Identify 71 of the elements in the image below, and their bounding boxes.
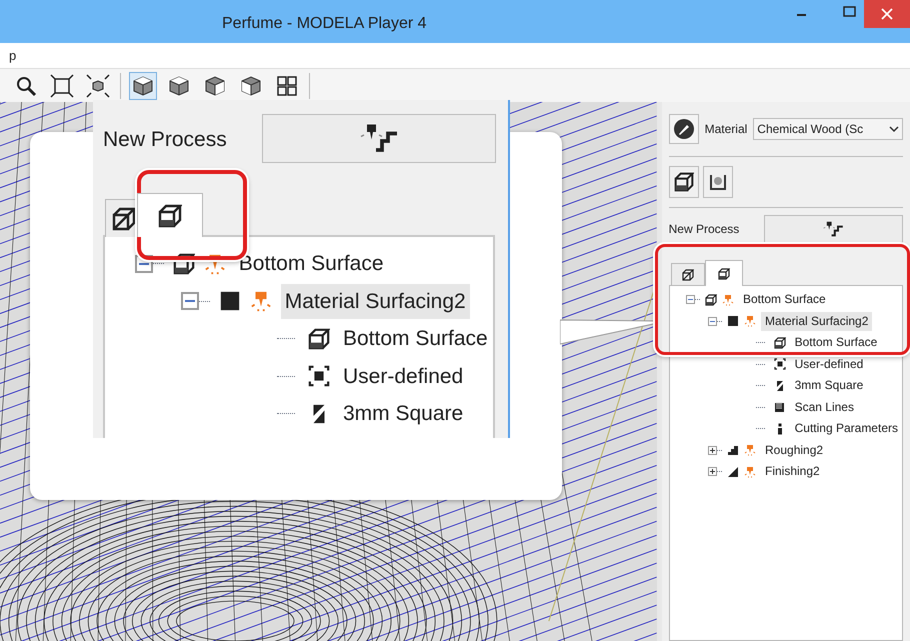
collapse-icon[interactable] [708,316,717,326]
expand-icon[interactable] [708,446,717,455]
new-process-icon [822,221,844,237]
view-cube-icon [131,74,155,98]
window-title: Perfume - MODELA Player 4 [222,14,427,34]
stock-button[interactable] [668,166,699,198]
view-cube-icon [203,74,227,98]
tree-item[interactable]: Bottom Surface [739,290,830,310]
cutter-icon [722,294,734,306]
fit-model-icon [86,74,110,98]
collapse-icon[interactable] [181,292,199,310]
base-button[interactable] [702,166,733,198]
tree-item[interactable]: User-defined [790,354,868,374]
tree-item[interactable]: Cutting Parameters [790,419,902,438]
fit-view-icon [50,74,74,98]
panel-tab[interactable] [704,260,743,286]
material-select[interactable]: Chemical Wood (Sc [753,118,903,140]
surface-icon [308,328,330,350]
cutter-icon [744,315,756,328]
scan-icon [774,401,786,414]
cutter-icon [250,290,272,312]
menu-item[interactable]: p [9,46,16,66]
collapse-icon[interactable] [686,295,695,304]
tree-item[interactable]: User-defined [339,358,468,394]
toolbar-button[interactable] [84,72,112,100]
tree-item[interactable]: Bottom Surface [234,246,388,282]
material-label: Material [704,121,748,138]
panel-tab[interactable] [137,193,203,237]
cube-icon [158,204,182,228]
cube-icon [682,269,694,281]
view-cube-icon [239,74,263,98]
cube-icon [718,268,730,280]
tree-item[interactable]: Material Surfacing2 [761,312,872,331]
square-icon [727,315,739,328]
panel-tab[interactable] [105,199,137,237]
toolbar-button[interactable] [129,72,157,100]
view-cube-icon [167,74,191,98]
area-icon [774,358,786,370]
tree-item[interactable]: Material Surfacing2 [280,284,470,319]
bowl-icon [708,173,727,191]
roughing-icon [727,444,739,456]
tree-item[interactable]: Scan Lines [790,398,858,417]
model-icon [172,252,195,275]
close-button[interactable] [864,0,910,28]
multi-view-icon [275,74,299,98]
pen-icon [672,118,695,140]
panel-tab[interactable] [670,263,705,286]
model-icon [705,294,717,306]
square-icon [218,290,241,312]
new-process-icon [358,123,400,153]
new-process-label: New Process [668,221,740,238]
new-process-button[interactable] [262,114,496,162]
tree-item[interactable]: 3mm Square [339,396,468,432]
tree-item[interactable]: Roughing2 [761,440,828,460]
cutter-icon [744,466,756,478]
tree-item[interactable]: Finishing2 [761,462,824,482]
tree-item[interactable]: Bottom Surface [790,333,882,352]
material-button[interactable] [668,114,699,144]
box-icon [674,172,694,192]
surface-icon [774,336,786,349]
cutter-icon [744,444,756,456]
tree-item[interactable]: Bottom Surface [339,321,492,356]
cube-icon [112,206,136,230]
toolbar-button[interactable] [48,72,76,100]
tree-item[interactable]: 3mm Square [790,376,868,396]
expand-icon[interactable] [708,467,717,476]
area-icon [308,365,330,388]
chevron-down-icon [889,125,899,133]
close-icon [881,8,893,20]
finishing-icon [727,466,739,478]
new-process-label: New Process [103,127,228,154]
